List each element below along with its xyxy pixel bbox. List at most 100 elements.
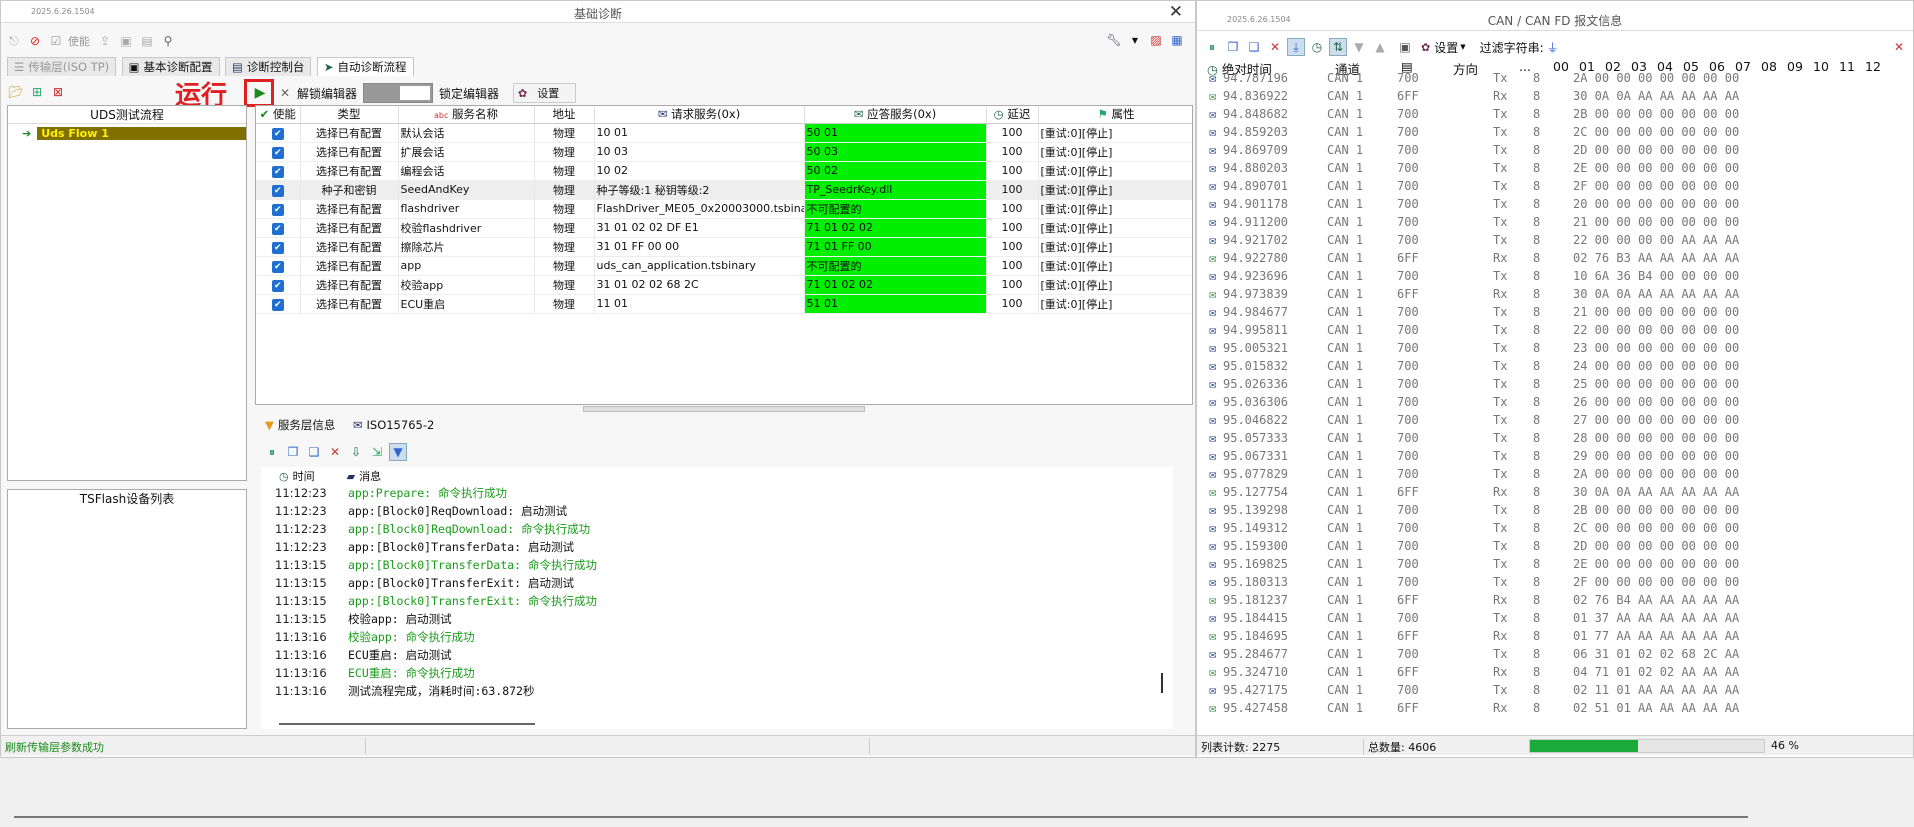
scroll-to-end-icon[interactable]: ⤓ bbox=[1287, 38, 1305, 56]
cell-resp[interactable]: 51 01 bbox=[804, 294, 987, 314]
cell-req[interactable]: FlashDriver_ME05_0x20003000.tsbinary bbox=[594, 199, 805, 219]
cell-name[interactable]: 校验app bbox=[398, 275, 535, 295]
col-enable[interactable]: ✔ 使能 bbox=[256, 106, 301, 124]
cell-req[interactable]: 10 01 bbox=[594, 123, 805, 143]
pause-icon[interactable]: ⏸ bbox=[263, 443, 281, 461]
add-icon[interactable]: ⊞ bbox=[28, 83, 46, 101]
cell-delay[interactable]: 100 bbox=[986, 142, 1039, 162]
cell-name[interactable]: flashdriver bbox=[398, 199, 535, 219]
cell-type[interactable]: 选择已有配置 bbox=[300, 199, 399, 219]
cell-addr[interactable]: 物理 bbox=[534, 237, 595, 257]
close-icon[interactable]: ✕ bbox=[276, 84, 294, 102]
tab-diag-console[interactable]: ▤ 诊断控制台 bbox=[225, 57, 312, 76]
cell-name[interactable]: 擦除芯片 bbox=[398, 237, 535, 257]
byte-col-header[interactable]: 12 bbox=[1865, 59, 1891, 74]
cell-addr[interactable]: 物理 bbox=[534, 275, 595, 295]
log-scrollbar[interactable] bbox=[1161, 673, 1163, 693]
clear-icon[interactable]: ✕ bbox=[1266, 38, 1284, 56]
can-row[interactable]: ✉ 95.427175 CAN 1 700 Tx 8 02 11 01 AA AA AA A… bbox=[1207, 683, 1913, 701]
cell-addr[interactable]: 物理 bbox=[534, 256, 595, 276]
cell-type[interactable]: 选择已有配置 bbox=[300, 275, 399, 295]
sort-icon[interactable]: ⇅ bbox=[1329, 38, 1347, 56]
tab-service-layer[interactable]: ▼ 服务层信息 bbox=[259, 415, 341, 434]
cell-name[interactable]: ECU重启 bbox=[398, 294, 535, 314]
cell-resp[interactable]: 不可配置的 bbox=[804, 256, 987, 276]
cell-delay[interactable]: 100 bbox=[986, 123, 1039, 143]
bottom-scroll-line[interactable] bbox=[14, 816, 1748, 818]
funnel-icon[interactable]: ⏚ bbox=[1544, 38, 1562, 56]
col-response[interactable]: ✉ 应答服务(0x) bbox=[804, 106, 987, 124]
export-icon[interactable]: ⇪ bbox=[96, 32, 114, 50]
cell-resp[interactable]: 71 01 FF 00 bbox=[804, 237, 987, 257]
cell-type[interactable]: 选择已有配置 bbox=[300, 123, 399, 143]
col-type[interactable]: 类型 bbox=[300, 106, 399, 124]
can-row[interactable]: ✉ 95.127754 CAN 1 6FF Rx 8 30 0A 0A AA AA AA A… bbox=[1207, 485, 1913, 503]
byte-col-header[interactable]: 10 bbox=[1813, 59, 1839, 74]
can-row[interactable]: ✉ 94.901178 CAN 1 700 Tx 8 20 00 00 00 00 00 0… bbox=[1207, 197, 1913, 215]
tree-item-uds-flow[interactable]: ➔ Uds Flow 1 bbox=[8, 125, 246, 141]
cell-type[interactable]: 选择已有配置 bbox=[300, 161, 399, 181]
cell-req[interactable]: 10 02 bbox=[594, 161, 805, 181]
cell-resp[interactable]: 71 01 02 02 bbox=[804, 218, 987, 238]
search-icon[interactable]: ⚲ bbox=[159, 32, 177, 50]
enable-checkbox[interactable]: ✔ bbox=[256, 275, 301, 295]
filter-dropdown-icon[interactable]: ▼ bbox=[389, 443, 407, 461]
cell-req[interactable]: 11 01 bbox=[594, 294, 805, 314]
can-row[interactable]: ✉ 94.922780 CAN 1 6FF Rx 8 02 76 B3 AA AA AA A… bbox=[1207, 251, 1913, 269]
can-row[interactable]: ✉ 94.984677 CAN 1 700 Tx 8 21 00 00 00 00 00 0… bbox=[1207, 305, 1913, 323]
can-row[interactable]: ✉ 95.169825 CAN 1 700 Tx 8 2E 00 00 00 00 00 0… bbox=[1207, 557, 1913, 575]
can-row[interactable]: ✉ 95.005321 CAN 1 700 Tx 8 23 00 00 00 00 00 0… bbox=[1207, 341, 1913, 359]
cell-addr[interactable]: 物理 bbox=[534, 142, 595, 162]
table-row[interactable]: ✔ 选择已有配置 flashdriver 物理 FlashDriver_ME05_0x2… bbox=[256, 199, 1192, 219]
cell-req[interactable]: 31 01 FF 00 00 bbox=[594, 237, 805, 257]
table-row[interactable]: ✔ 种子和密钥 SeedAndKey 物理 种子等级:1 秘钥等级:2 TP_SeedrK… bbox=[256, 180, 1192, 200]
col-address[interactable]: 地址 bbox=[534, 106, 595, 124]
can-row[interactable]: ✉ 94.848682 CAN 1 700 Tx 8 2B 00 00 00 00 00 0… bbox=[1207, 107, 1913, 125]
save-icon[interactable]: ▣ bbox=[117, 32, 135, 50]
settings-button[interactable]: ✿ 设置 bbox=[513, 83, 577, 103]
enable-checkbox[interactable]: ✔ bbox=[256, 199, 301, 219]
table-row[interactable]: ✔ 选择已有配置 校验flashdriver 物理 31 01 02 02 DF E1 7… bbox=[256, 218, 1192, 238]
cell-attr[interactable]: [重试:0][停止] bbox=[1038, 237, 1192, 257]
log-hscrollbar[interactable] bbox=[279, 723, 535, 725]
can-row[interactable]: ✉ 94.921702 CAN 1 700 Tx 8 22 00 00 00 00 AA A… bbox=[1207, 233, 1913, 251]
can-row[interactable]: ✉ 95.184695 CAN 1 6FF Rx 8 01 77 AA AA AA AA A… bbox=[1207, 629, 1913, 647]
settings-menu[interactable]: ✿ 设置 ▼ bbox=[1421, 39, 1466, 56]
can-row[interactable]: ✉ 95.139298 CAN 1 700 Tx 8 2B 00 00 00 00 00 0… bbox=[1207, 503, 1913, 521]
chevron-down-icon[interactable]: ▼ bbox=[1126, 31, 1144, 49]
play-icon[interactable]: ▶ bbox=[251, 84, 269, 102]
cell-delay[interactable]: 100 bbox=[986, 180, 1039, 200]
tab-transport-layer[interactable]: ☰ 传输层(ISO TP) bbox=[7, 57, 117, 76]
arrow-down-icon[interactable]: ▼ bbox=[1350, 38, 1368, 56]
table-row[interactable]: ✔ 选择已有配置 擦除芯片 物理 31 01 FF 00 00 71 01 FF 00 10… bbox=[256, 237, 1192, 257]
cell-addr[interactable]: 物理 bbox=[534, 294, 595, 314]
cell-resp[interactable]: 50 02 bbox=[804, 161, 987, 181]
can-row[interactable]: ✉ 94.995811 CAN 1 700 Tx 8 22 00 00 00 00 00 0… bbox=[1207, 323, 1913, 341]
cell-name[interactable]: 默认会话 bbox=[398, 123, 535, 143]
cell-req[interactable]: 31 01 02 02 68 2C bbox=[594, 275, 805, 295]
cell-delay[interactable]: 100 bbox=[986, 161, 1039, 181]
cell-delay[interactable]: 100 bbox=[986, 218, 1039, 238]
tab-iso15765[interactable]: ✉ ISO15765-2 bbox=[347, 415, 440, 434]
arrow-up-icon[interactable]: ▲ bbox=[1371, 38, 1389, 56]
can-row[interactable]: ✉ 95.159300 CAN 1 700 Tx 8 2D 00 00 00 00 00 0… bbox=[1207, 539, 1913, 557]
table-row[interactable]: ✔ 选择已有配置 扩展会话 物理 10 03 50 03 100 [重试:0][停止] bbox=[256, 142, 1192, 162]
byte-col-header[interactable]: 09 bbox=[1787, 59, 1813, 74]
cell-addr[interactable]: 物理 bbox=[534, 123, 595, 143]
cell-attr[interactable]: [重试:0][停止] bbox=[1038, 294, 1192, 314]
can-row[interactable]: ✉ 95.036306 CAN 1 700 Tx 8 26 00 00 00 00 00 0… bbox=[1207, 395, 1913, 413]
close-icon[interactable]: ✕ bbox=[1169, 2, 1183, 22]
table-row[interactable]: ✔ 选择已有配置 app 物理 uds_can_application.tsbinary… bbox=[256, 256, 1192, 276]
cell-req[interactable]: 种子等级:1 秘钥等级:2 bbox=[594, 180, 805, 200]
cell-attr[interactable]: [重试:0][停止] bbox=[1038, 123, 1192, 143]
col-request[interactable]: ✉ 请求服务(0x) bbox=[594, 106, 805, 124]
cell-type[interactable]: 选择已有配置 bbox=[300, 142, 399, 162]
save-log-icon[interactable]: ⇲ bbox=[368, 443, 386, 461]
editor-lock-toggle[interactable] bbox=[363, 83, 434, 103]
cell-type[interactable]: 选择已有配置 bbox=[300, 294, 399, 314]
can-row[interactable]: ✉ 95.057333 CAN 1 700 Tx 8 28 00 00 00 00 00 0… bbox=[1207, 431, 1913, 449]
cell-addr[interactable]: 物理 bbox=[534, 161, 595, 181]
cell-resp[interactable]: 50 03 bbox=[804, 142, 987, 162]
tab-basic-config[interactable]: ▣ 基本诊断配置 bbox=[121, 57, 220, 76]
enable-checkbox[interactable]: ✔ bbox=[256, 237, 301, 257]
